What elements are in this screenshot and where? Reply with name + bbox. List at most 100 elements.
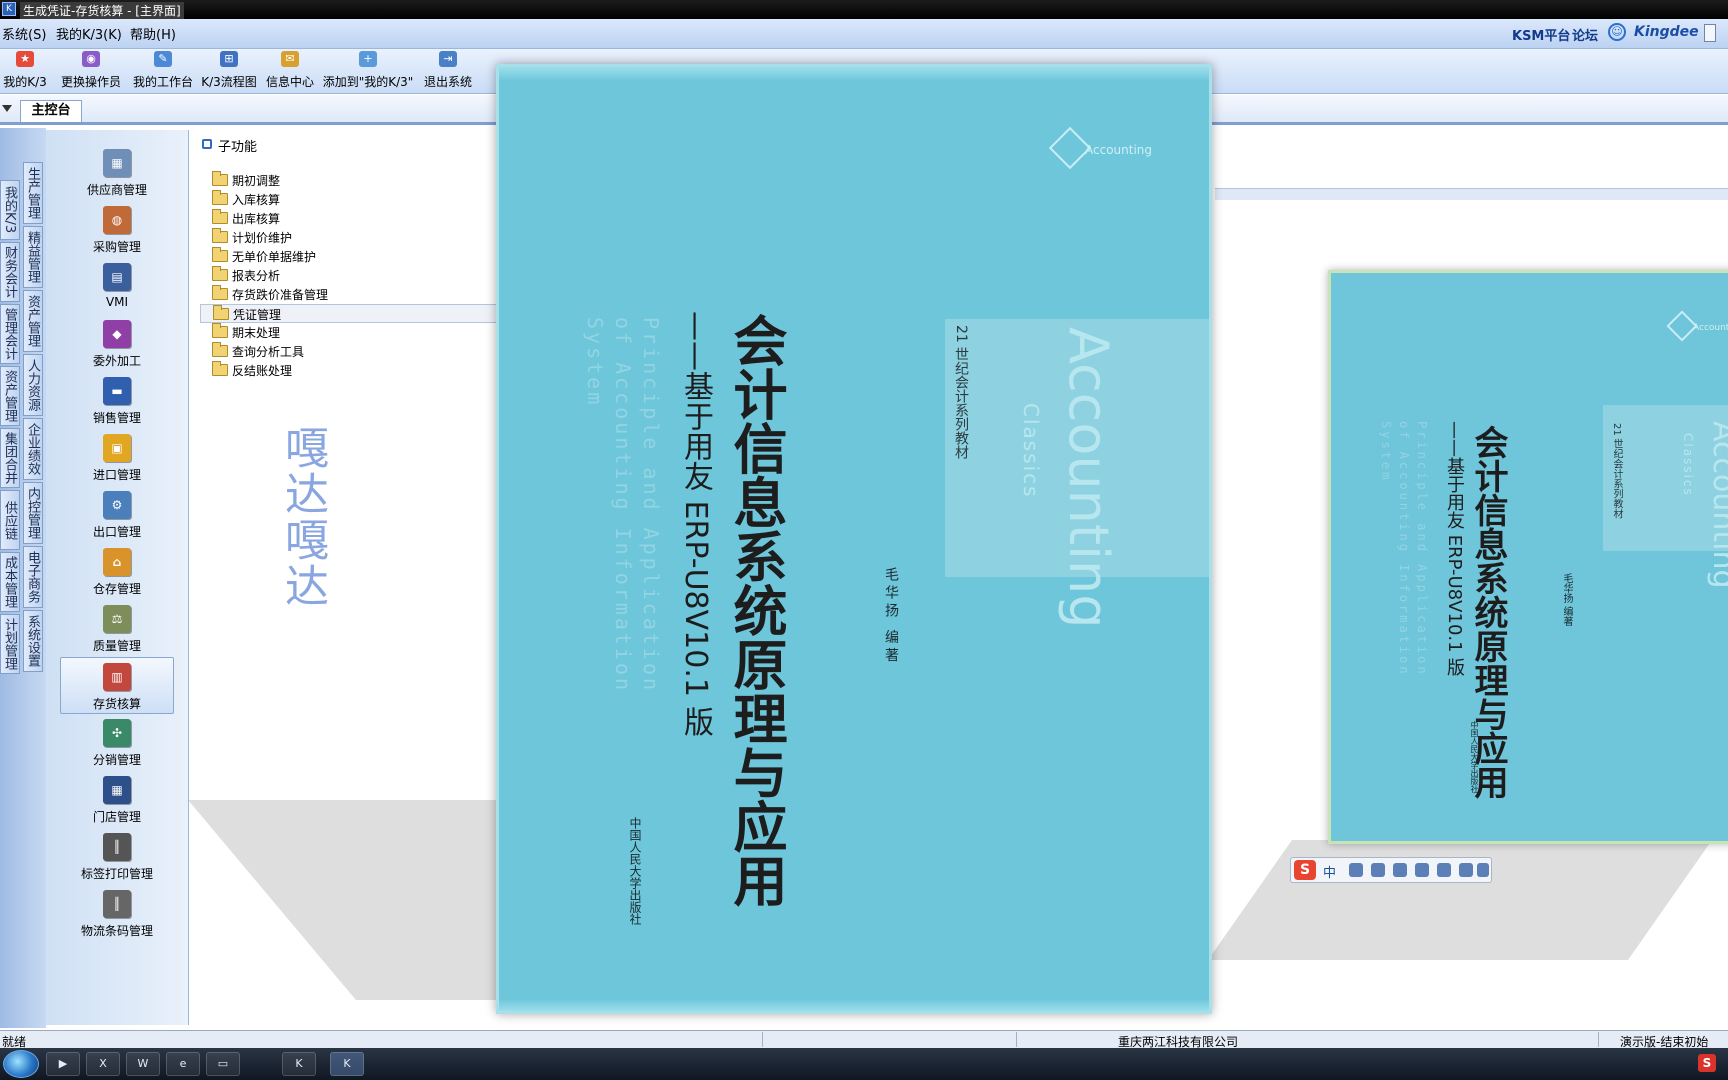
import-icon: ▣ [103,434,131,462]
microphone-icon[interactable] [1393,863,1407,877]
tab-main-console[interactable]: 主控台 [20,100,82,122]
k3-task-icon[interactable]: K [282,1052,316,1076]
vtab-financial-accounting[interactable]: 财务会计 [0,242,20,302]
module-vmi[interactable]: ▤ VMI [60,258,174,315]
restore-icon[interactable] [1704,24,1716,42]
tree-item-report-analysis[interactable]: 报表分析 [200,266,500,285]
status-divider [1598,1032,1599,1047]
ksm-platform-link[interactable]: KSM平台 [1512,25,1570,44]
smile-icon[interactable]: ☺ [1608,23,1626,41]
my-k3-button[interactable]: ★ 我的K/3 [0,51,50,93]
forum-link[interactable]: 论坛 [1572,25,1598,44]
excel-icon[interactable]: X [86,1052,120,1076]
vtab-lean-management[interactable]: 精益管理 [23,226,43,288]
sogou-tray-icon[interactable]: S [1698,1054,1716,1072]
status-divider [1016,1032,1017,1047]
tree-item-impairment-reserve[interactable]: 存货跌价准备管理 [200,285,500,304]
vtab-cost-management[interactable]: 成本管理 [0,552,20,612]
module-logistics-barcode[interactable]: ║ 物流条码管理 [60,885,174,942]
folder-icon [212,285,228,300]
vtab-ecommerce[interactable]: 电子商务 [23,546,43,608]
vtab-asset-management[interactable]: 资产管理 [23,290,43,352]
emoji-icon[interactable] [1371,863,1385,877]
skin-icon[interactable] [1459,863,1473,877]
module-export[interactable]: ⚙ 出口管理 [60,486,174,543]
vtab-production-management[interactable]: 生产管理 [23,162,43,224]
module-label: 出口管理 [92,525,141,539]
tree-item-opening-adjust[interactable]: 期初调整 [200,171,500,190]
messages-button[interactable]: ✉ 信息中心 [264,51,316,93]
vtab-my-k3[interactable]: 我的K/3 [0,180,20,240]
module-warehouse[interactable]: ⌂ 仓存管理 [60,543,174,600]
tree-item-outbound-accounting[interactable]: 出库核算 [200,209,500,228]
tree-item-no-price-docs[interactable]: 无单价单据维护 [200,247,500,266]
vtab-capital-management[interactable]: 资产管理 [0,366,20,426]
folder-icon [212,247,228,262]
word-icon[interactable]: W [126,1052,160,1076]
title-bar: K 生成凭证-存货核算 - [主界面] [0,0,1728,19]
tree-item-voucher-management[interactable]: 凭证管理 [200,304,500,323]
folder-icon [212,209,228,224]
vtab-internal-control[interactable]: 内控管理 [23,482,43,544]
vtab-management-accounting[interactable]: 管理会计 [0,304,20,364]
module-purchase[interactable]: ◍ 采购管理 [60,201,174,258]
ime-mode[interactable]: 中 [1323,862,1336,881]
book-publisher: 中国人民大学出版社 [1470,721,1479,793]
menu-my-k3[interactable]: 我的K/3(K) [56,24,122,43]
ime-toolbar[interactable]: S 中 [1290,857,1492,883]
menu-system[interactable]: 系统(S) [2,24,46,43]
module-outsourcing[interactable]: ◆ 委外加工 [60,315,174,372]
tree-item-query-tools[interactable]: 查询分析工具 [200,342,500,361]
module-distribution[interactable]: ✣ 分销管理 [60,714,174,771]
toolbox-icon[interactable] [1477,863,1489,877]
message-icon: ✉ [281,51,299,67]
handwriting-icon[interactable] [1437,863,1451,877]
keyboard-icon[interactable] [1415,863,1429,877]
module-label-print[interactable]: ║ 标签打印管理 [60,828,174,885]
tree-item-label: 入库核算 [232,193,281,207]
folder-icon [212,361,228,376]
vtab-performance[interactable]: 企业绩效 [23,418,43,480]
module-import[interactable]: ▣ 进口管理 [60,429,174,486]
vtab-plan-management[interactable]: 计划管理 [0,614,20,674]
subfunction-header: 子功能 [190,135,500,155]
tree-item-plan-price[interactable]: 计划价维护 [200,228,500,247]
module-label: 物流条码管理 [80,924,153,938]
workbench-button[interactable]: ✎ 我的工作台 [130,51,196,93]
module-label: 进口管理 [92,468,141,482]
sogou-logo-icon[interactable]: S [1294,860,1316,880]
dropdown-arrow-icon[interactable] [2,105,12,112]
tree-item-period-end[interactable]: 期末处理 [200,323,500,342]
browser-icon[interactable]: e [166,1052,200,1076]
module-sales[interactable]: ▬ 销售管理 [60,372,174,429]
category-tabs: 我的K/3 财务会计 管理会计 资产管理 集团合并 供应链 成本管理 计划管理 … [0,128,46,1028]
menu-help[interactable]: 帮助(H) [130,24,176,43]
module-label: 采购管理 [92,240,141,254]
k3-main-task-icon[interactable]: K [330,1052,364,1076]
exit-button[interactable]: ⇥ 退出系统 [420,51,476,93]
book-subtitle: ——基于用友 ERP-U8V10.1 版 [678,311,713,737]
vtab-human-resources[interactable]: 人力资源 [23,354,43,416]
punctuation-icon[interactable] [1349,863,1363,877]
flowchart-button[interactable]: ⊞ K/3流程图 [200,51,258,93]
vtab-supply-chain[interactable]: 供应链 [0,490,20,550]
explorer-icon[interactable]: ▭ [206,1052,240,1076]
module-quality[interactable]: ⚖ 质量管理 [60,600,174,657]
english-line-2: of Accounting Information [611,317,635,694]
vtab-group-consolidation[interactable]: 集团合并 [0,428,20,488]
change-operator-button[interactable]: ◉ 更换操作员 [58,51,124,93]
english-line-1: Principle and Application [1415,421,1429,677]
add-to-mine-button[interactable]: + 添加到"我的K/3" [322,51,414,93]
module-inventory-accounting[interactable]: ▥ 存货核算 [60,657,174,714]
module-supplier[interactable]: ▦ 供应商管理 [60,144,174,201]
start-button[interactable] [3,1050,39,1078]
vtab-system-settings[interactable]: 系统设置 [23,610,43,672]
users-icon: ◉ [82,51,100,67]
tree-item-inbound-accounting[interactable]: 入库核算 [200,190,500,209]
module-store[interactable]: ▦ 门店管理 [60,771,174,828]
tree-item-reverse-closing[interactable]: 反结账处理 [200,361,500,380]
distribution-icon: ✣ [103,719,131,747]
tree-item-label: 报表分析 [232,269,281,283]
subfunction-title: 子功能 [218,140,258,155]
media-player-icon[interactable]: ▶ [46,1052,80,1076]
